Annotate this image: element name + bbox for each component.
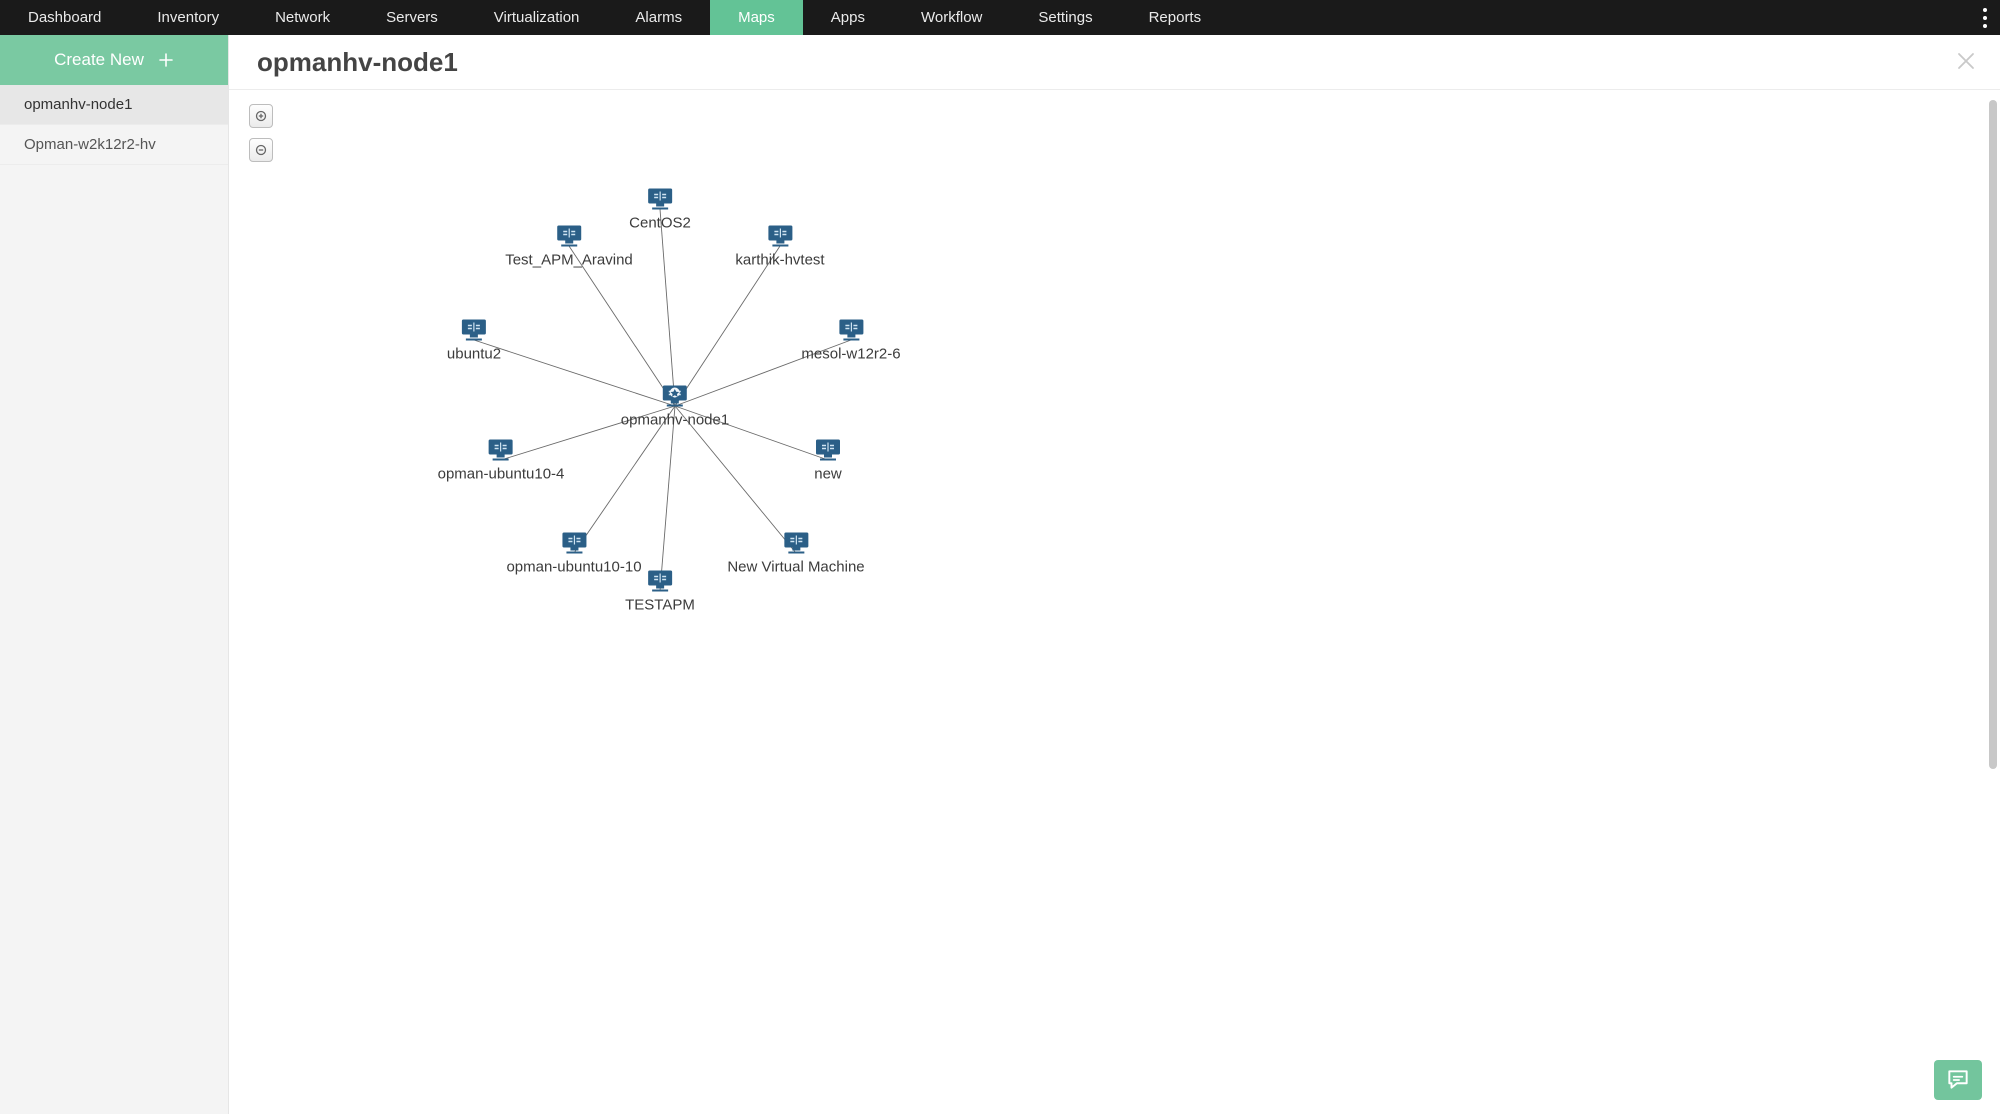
nav-tab-settings[interactable]: Settings bbox=[1010, 0, 1120, 35]
vm-icon bbox=[646, 187, 674, 211]
map-vm-node[interactable]: opman-ubuntu10-10 bbox=[506, 531, 641, 576]
plus-icon bbox=[158, 52, 174, 68]
vm-icon bbox=[782, 531, 810, 555]
nav-tab-inventory[interactable]: Inventory bbox=[129, 0, 247, 35]
map-vm-node[interactable]: New Virtual Machine bbox=[727, 531, 864, 576]
main-header: opmanhv-node1 bbox=[229, 35, 2000, 90]
node-label: opmanhv-node1 bbox=[621, 412, 729, 429]
node-label: New Virtual Machine bbox=[727, 559, 864, 576]
node-label: opman-ubuntu10-10 bbox=[506, 559, 641, 576]
map-vm-node[interactable]: ubuntu2 bbox=[447, 318, 501, 363]
map-vm-node[interactable]: Test_APM_Aravind bbox=[505, 224, 633, 269]
vm-icon bbox=[766, 224, 794, 248]
map-vm-node[interactable]: mesol-w12r2-6 bbox=[801, 318, 900, 363]
map-host-node[interactable]: opmanhv-node1 bbox=[621, 384, 729, 429]
nav-tab-apps[interactable]: Apps bbox=[803, 0, 893, 35]
sidebar: Create New opmanhv-node1Opman-w2k12r2-hv bbox=[0, 35, 229, 1114]
scrollbar-thumb[interactable] bbox=[1989, 100, 1997, 769]
sidebar-item[interactable]: Opman-w2k12r2-hv bbox=[0, 125, 228, 165]
create-new-button[interactable]: Create New bbox=[0, 35, 228, 85]
map-vm-node[interactable]: opman-ubuntu10-4 bbox=[438, 438, 565, 483]
vm-icon bbox=[837, 318, 865, 342]
map-vm-node[interactable]: new bbox=[814, 438, 842, 483]
create-new-label: Create New bbox=[54, 50, 144, 70]
nav-tab-network[interactable]: Network bbox=[247, 0, 358, 35]
vm-icon bbox=[460, 318, 488, 342]
node-label: karthik-hvtest bbox=[735, 252, 824, 269]
node-label: Test_APM_Aravind bbox=[505, 252, 633, 269]
close-button[interactable] bbox=[1954, 49, 1978, 73]
nav-tab-maps[interactable]: Maps bbox=[710, 0, 803, 35]
more-menu-button[interactable] bbox=[1982, 0, 1988, 35]
page-title: opmanhv-node1 bbox=[257, 47, 458, 78]
node-label: CentOS2 bbox=[629, 215, 691, 232]
vm-icon bbox=[555, 224, 583, 248]
vm-icon bbox=[814, 438, 842, 462]
host-icon bbox=[661, 384, 689, 408]
node-label: TESTAPM bbox=[625, 597, 695, 614]
nav-tab-virtualization[interactable]: Virtualization bbox=[466, 0, 608, 35]
map-edges bbox=[229, 90, 2000, 1114]
main: opmanhv-node1 CentOS2 Test_APM_Aravind bbox=[229, 35, 2000, 1114]
node-label: opman-ubuntu10-4 bbox=[438, 466, 565, 483]
vm-icon bbox=[487, 438, 515, 462]
layout: Create New opmanhv-node1Opman-w2k12r2-hv… bbox=[0, 35, 2000, 1114]
nav-tab-alarms[interactable]: Alarms bbox=[607, 0, 710, 35]
node-label: new bbox=[814, 466, 842, 483]
nav-tab-reports[interactable]: Reports bbox=[1121, 0, 1230, 35]
map-canvas[interactable]: CentOS2 Test_APM_Aravind karthik-hvtest … bbox=[229, 90, 2000, 1114]
node-label: ubuntu2 bbox=[447, 346, 501, 363]
map-vm-node[interactable]: TESTAPM bbox=[625, 569, 695, 614]
scrollbar[interactable] bbox=[1988, 100, 1998, 1084]
map-vm-node[interactable]: CentOS2 bbox=[629, 187, 691, 232]
node-label: mesol-w12r2-6 bbox=[801, 346, 900, 363]
top-nav: DashboardInventoryNetworkServersVirtuali… bbox=[0, 0, 2000, 35]
chat-button[interactable] bbox=[1934, 1060, 1982, 1100]
sidebar-item[interactable]: opmanhv-node1 bbox=[0, 85, 228, 125]
map-vm-node[interactable]: karthik-hvtest bbox=[735, 224, 824, 269]
vm-icon bbox=[560, 531, 588, 555]
nav-tab-servers[interactable]: Servers bbox=[358, 0, 466, 35]
nav-tab-workflow[interactable]: Workflow bbox=[893, 0, 1010, 35]
vm-icon bbox=[646, 569, 674, 593]
nav-tab-dashboard[interactable]: Dashboard bbox=[0, 0, 129, 35]
